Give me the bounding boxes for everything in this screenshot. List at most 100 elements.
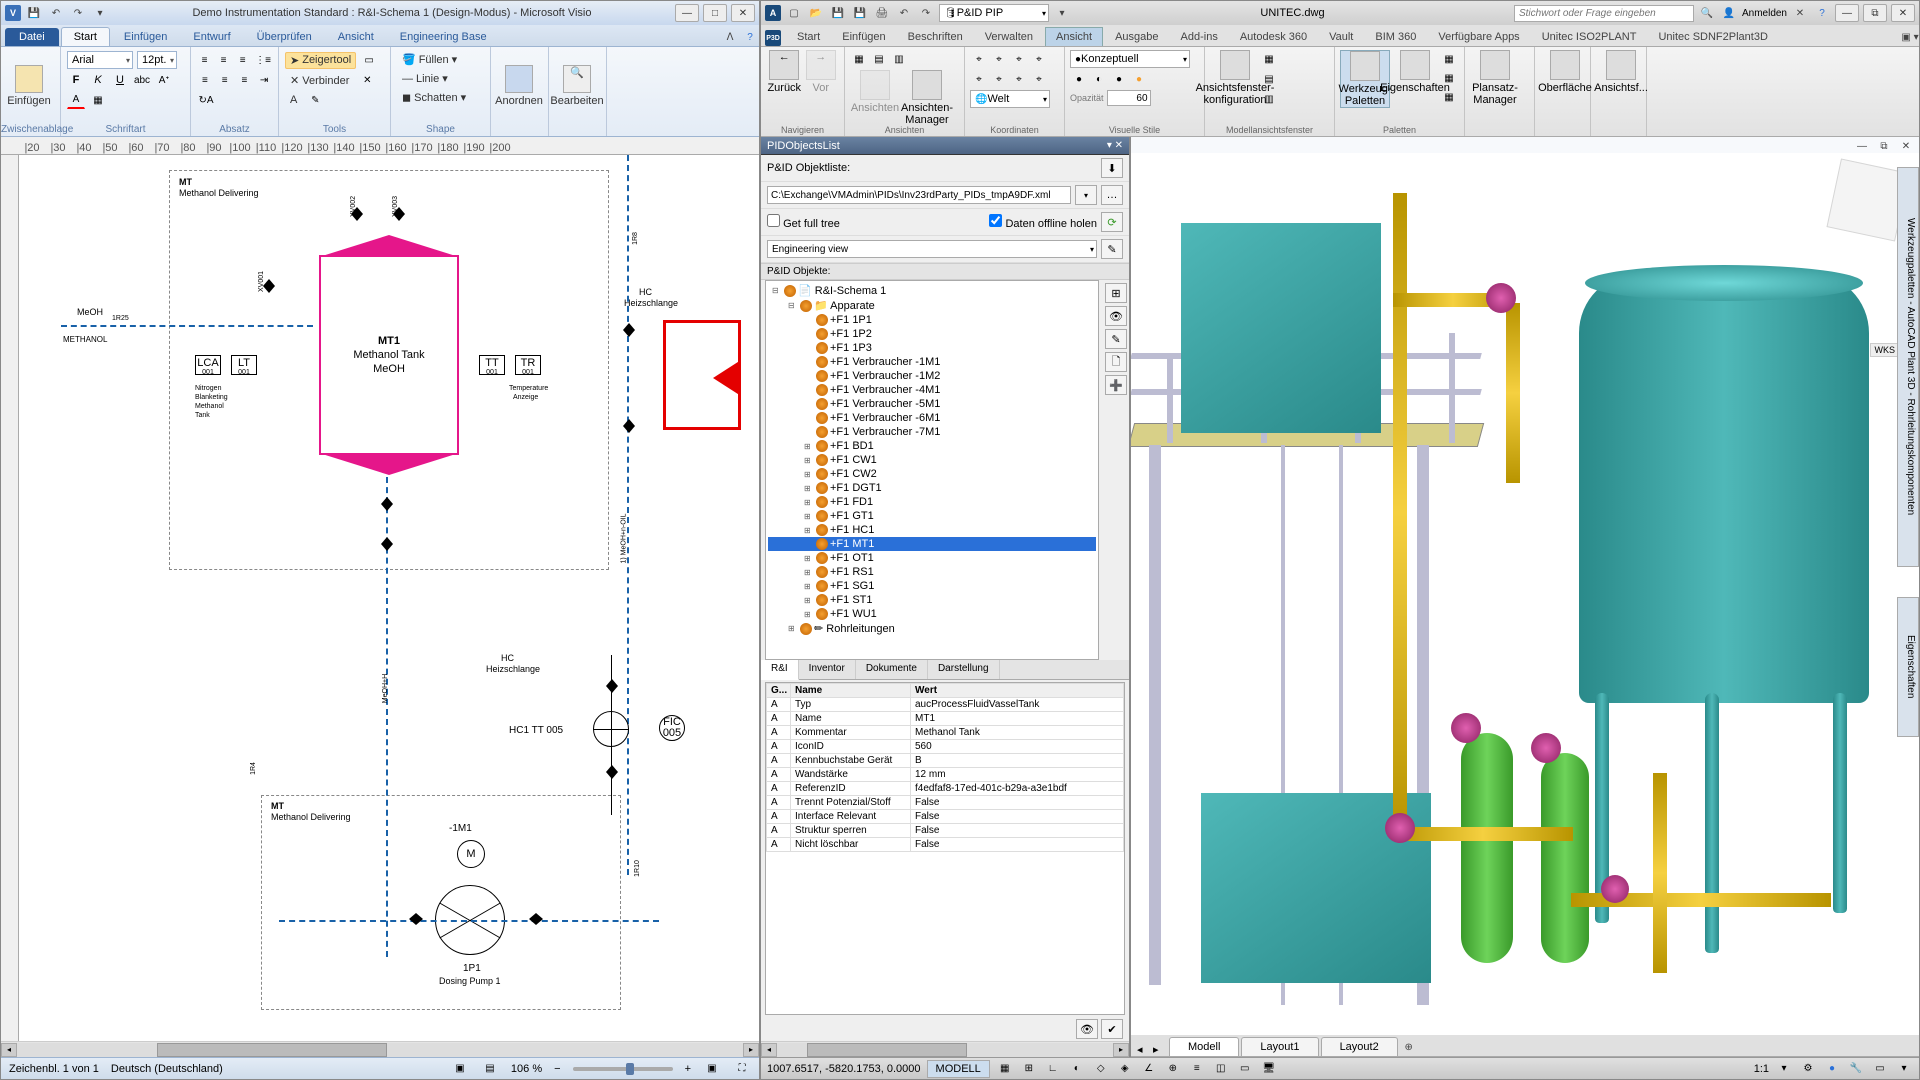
table-row[interactable]: AStruktur sperrenFalse [767, 824, 1124, 838]
valve-xv001[interactable] [261, 279, 275, 293]
open-icon[interactable]: 📂 [807, 4, 825, 22]
restore-button[interactable]: ⧉ [1863, 4, 1887, 22]
ink-tool-button[interactable]: ✎ [306, 91, 324, 109]
3d-viewport[interactable]: WKS [1131, 153, 1919, 1035]
tree-item[interactable]: +F1 1P2 [768, 327, 1096, 341]
pipe-main-v[interactable] [1393, 193, 1407, 833]
shadow-button[interactable]: ◼ Schatten ▾ [397, 89, 471, 106]
tree-item[interactable]: +F1 Verbraucher -1M2 [768, 369, 1096, 383]
edit-button[interactable]: 🔍Bearbeiten [555, 51, 599, 121]
align-center-button[interactable]: ≡ [217, 71, 233, 89]
underline-button[interactable]: U [111, 71, 129, 89]
align-mid-button[interactable]: ≡ [216, 51, 231, 69]
qat-dropdown-icon[interactable]: ▾ [91, 4, 109, 22]
tree-item[interactable]: ⊞ +F1 FD1 [768, 495, 1096, 509]
top-vessel[interactable] [1181, 223, 1381, 433]
tree-item[interactable]: +F1 1P3 [768, 341, 1096, 355]
vp-b3[interactable]: ▥ [1260, 90, 1278, 108]
ucs-btn3[interactable]: ⌖ [1010, 50, 1028, 68]
valve-hc1[interactable] [621, 323, 635, 337]
tree-item[interactable]: +F1 Verbraucher -6M1 [768, 411, 1096, 425]
tab-layout2[interactable]: Layout2 [1321, 1037, 1398, 1056]
sc-icon[interactable]: 🖥 [1260, 1060, 1278, 1078]
tree-item[interactable]: ⊞ +F1 CW2 [768, 467, 1096, 481]
rect-tool-button[interactable]: ▭ [360, 51, 378, 69]
table-row[interactable]: AReferenzIDf4edfaf8-17ed-401c-b29a-a3e1b… [767, 782, 1124, 796]
tab-insert[interactable]: Einfügen [832, 28, 895, 46]
tab-manage[interactable]: Verwalten [975, 28, 1043, 46]
view-btn2[interactable]: ▤ [870, 50, 888, 68]
tab-file[interactable]: Datei [5, 28, 59, 46]
side-properties-tab[interactable]: Eigenschaften [1897, 597, 1919, 737]
visio-drawing[interactable]: MT Methanol Delivering MT Methanol Deliv… [19, 155, 759, 1041]
gear-icon[interactable]: ⚙ [1799, 1060, 1817, 1078]
zoom-slider[interactable] [573, 1067, 673, 1071]
tree-item[interactable]: +F1 1P1 [768, 313, 1096, 327]
tree-item[interactable]: +F1 Verbraucher -4M1 [768, 383, 1096, 397]
forward-button[interactable]: →Vor [803, 50, 840, 94]
tab-ri[interactable]: R&I [761, 660, 799, 680]
rotate-button[interactable]: ↻A [197, 91, 215, 109]
align-left-button[interactable]: ≡ [197, 71, 213, 89]
scale-combo[interactable]: 1:1 [1754, 1063, 1769, 1075]
tree-item[interactable]: ⊞ +F1 DGT1 [768, 481, 1096, 495]
sheetset-button[interactable]: Plansatz-Manager [1470, 50, 1520, 106]
opacity-input[interactable] [1107, 90, 1151, 106]
undo-icon[interactable]: ↶ [47, 4, 65, 22]
tree-item[interactable]: ⊞ +F1 WU1 [768, 607, 1096, 621]
transp-icon[interactable]: ◫ [1212, 1060, 1230, 1078]
pal-b3[interactable]: ▦ [1440, 88, 1458, 106]
surface-button[interactable]: Oberfläche [1540, 50, 1590, 94]
qp-icon[interactable]: ▭ [1236, 1060, 1254, 1078]
panel-focus-icon[interactable]: ▣ ▾ [1901, 28, 1919, 46]
3dosnap-icon[interactable]: ◈ [1116, 1060, 1134, 1078]
ucs-btn6[interactable]: ⌖ [990, 70, 1008, 88]
load-button[interactable]: ⬇ [1101, 158, 1123, 178]
tab-output[interactable]: Ausgabe [1105, 28, 1168, 46]
table-row[interactable]: ANameMT1 [767, 712, 1124, 726]
lwt-icon[interactable]: ≡ [1188, 1060, 1206, 1078]
tab-add-icon[interactable]: ⊕ [1400, 1038, 1418, 1056]
table-row[interactable]: AKennbuchstabe GerätB [767, 754, 1124, 768]
vp-b1[interactable]: ▦ [1260, 50, 1278, 68]
view-edit-button[interactable]: ✎ [1101, 239, 1123, 259]
connector-tool-button[interactable]: ✕ Verbinder [285, 72, 354, 89]
tab-bim360[interactable]: BIM 360 [1365, 28, 1426, 46]
tab-sdnf[interactable]: Unitec SDNF2Plant3D [1648, 28, 1777, 46]
workspace-combo[interactable]: 🛢 P&ID PIP [939, 4, 1049, 22]
valve-xv002[interactable] [349, 207, 363, 221]
tab-view[interactable]: Ansicht [1045, 27, 1103, 46]
instr-tt[interactable]: TT001 [479, 355, 505, 375]
tab-model[interactable]: Modell [1169, 1037, 1239, 1056]
ucs-btn2[interactable]: ⌖ [990, 50, 1008, 68]
osnap-icon[interactable]: ◇ [1092, 1060, 1110, 1078]
ucs-btn4[interactable]: ⌖ [1030, 50, 1048, 68]
table-row[interactable]: AIconID560 [767, 740, 1124, 754]
tree-b1[interactable]: ⊞ [1105, 283, 1127, 303]
align-bot-button[interactable]: ≡ [235, 51, 250, 69]
instr-lca[interactable]: LCA001 [195, 355, 221, 375]
table-row[interactable]: AKommentarMethanol Tank [767, 726, 1124, 740]
pid-path-input[interactable] [767, 186, 1071, 204]
pointer-tool-button[interactable]: ➤ Zeigertool [285, 52, 356, 69]
tab-display[interactable]: Darstellung [928, 660, 1000, 679]
offline-checkbox[interactable]: Daten offline holen [989, 214, 1097, 230]
pump-green-2[interactable] [1541, 753, 1589, 963]
tree-item[interactable]: ⊞ +F1 RS1 [768, 565, 1096, 579]
minimize-button[interactable]: — [675, 4, 699, 22]
zoom-out-button[interactable]: − [554, 1063, 560, 1075]
pal-b1[interactable]: ▦ [1440, 50, 1458, 68]
tree-item[interactable]: ⊞ +F1 ST1 [768, 593, 1096, 607]
close-button[interactable]: ✕ [1891, 4, 1915, 22]
side-toolpalettes-tab[interactable]: Werkzeugpaletten - AutoCAD Plant 3D - Ro… [1897, 167, 1919, 567]
save-icon[interactable]: 💾 [829, 4, 847, 22]
tree-item[interactable]: ⊞ +F1 BD1 [768, 439, 1096, 453]
line-button[interactable]: — Linie ▾ [397, 70, 453, 87]
tab-insert[interactable]: Einfügen [112, 28, 179, 46]
tree-b2[interactable]: 👁 [1105, 306, 1127, 326]
pid-panel-header[interactable]: PIDObjectsList ▾ ✕ [761, 137, 1129, 155]
indent-button[interactable]: ⇥ [256, 71, 272, 89]
large-vessel[interactable] [1579, 273, 1869, 703]
tab-docs[interactable]: Dokumente [856, 660, 928, 679]
presentation-button[interactable]: ▤ [481, 1060, 499, 1078]
